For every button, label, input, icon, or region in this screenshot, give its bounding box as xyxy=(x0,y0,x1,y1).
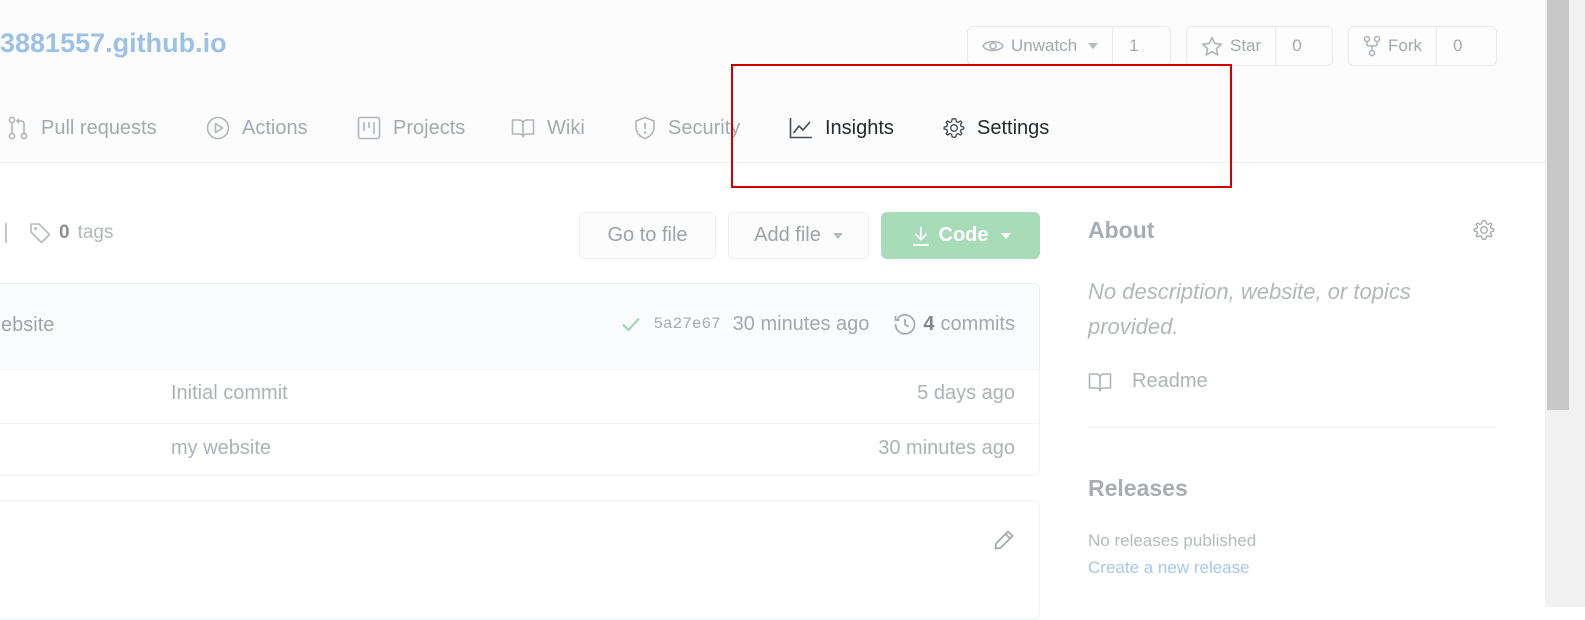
chevron-down-icon xyxy=(1088,43,1099,49)
tab-divider xyxy=(0,162,1545,163)
tags-label: tags xyxy=(77,222,114,243)
file-browser: ebsite 5a27e67 30 minutes ago 4 commits … xyxy=(0,283,1040,476)
chevron-down-icon xyxy=(1000,232,1011,239)
unwatch-button[interactable]: Unwatch xyxy=(968,27,1112,65)
history-icon xyxy=(895,314,916,335)
gear-icon xyxy=(943,117,965,139)
tab-projects[interactable]: Projects xyxy=(357,108,465,148)
pull-request-icon xyxy=(8,116,28,140)
commits-count: 4 xyxy=(923,312,935,335)
file-commit-age: 5 days ago xyxy=(917,382,1015,404)
tab-insights[interactable]: Insights xyxy=(789,108,894,148)
fork-label: Fork xyxy=(1388,36,1422,55)
commits-label: commits xyxy=(940,312,1015,335)
commit-time: 30 minutes ago xyxy=(732,312,870,335)
about-description: No description, website, or topics provi… xyxy=(1088,279,1411,339)
code-label: Code xyxy=(938,224,989,246)
tab-label: Wiki xyxy=(547,116,585,139)
project-icon xyxy=(357,116,381,140)
scrollbar-thumb[interactable] xyxy=(1547,0,1569,410)
tab-label: Projects xyxy=(393,116,466,139)
tab-label: Actions xyxy=(242,116,308,139)
tags-count: 0 xyxy=(59,222,70,243)
watch-button-group: Unwatch 1 xyxy=(967,26,1171,66)
file-row[interactable]: Initial commit 5 days ago xyxy=(0,369,1039,423)
tab-label: Pull requests xyxy=(41,116,157,139)
tab-security[interactable]: Security xyxy=(634,108,740,148)
star-button[interactable]: Star xyxy=(1187,27,1275,65)
releases-heading[interactable]: Releases xyxy=(1088,475,1188,502)
tab-wiki[interactable]: Wiki xyxy=(511,108,585,148)
branch-fragment xyxy=(0,223,7,243)
file-commit-message[interactable]: my website xyxy=(171,437,271,460)
book-icon xyxy=(511,119,535,138)
fork-button[interactable]: Fork xyxy=(1349,27,1436,65)
commits-link[interactable]: 4 commits xyxy=(893,312,1015,336)
code-button[interactable]: Code xyxy=(881,212,1040,259)
go-to-file-button[interactable]: Go to file xyxy=(579,212,716,259)
star-icon xyxy=(1201,36,1223,56)
watchers-count[interactable]: 1 xyxy=(1112,27,1154,65)
tab-label: Settings xyxy=(977,116,1050,139)
fork-icon xyxy=(1363,35,1381,57)
shield-icon xyxy=(635,116,655,140)
graph-icon xyxy=(789,118,812,139)
readme-panel xyxy=(0,500,1040,620)
commit-meta: 5a27e67 30 minutes ago 4 commits xyxy=(621,312,1015,336)
about-heading: About xyxy=(1088,217,1155,243)
pencil-icon[interactable] xyxy=(993,529,1015,551)
check-icon xyxy=(622,317,641,332)
eye-icon xyxy=(982,40,1004,52)
download-icon xyxy=(912,226,929,246)
tag-icon xyxy=(30,223,51,244)
add-file-label: Add file xyxy=(754,224,821,246)
tab-label: Insights xyxy=(825,116,894,139)
unwatch-label: Unwatch xyxy=(1011,36,1078,55)
stars-count[interactable]: 0 xyxy=(1275,27,1317,65)
file-commit-age: 30 minutes ago xyxy=(878,437,1015,459)
fork-button-group: Fork 0 xyxy=(1348,26,1497,66)
create-release-link[interactable]: Create a new release xyxy=(1088,558,1250,578)
readme-link[interactable]: Readme xyxy=(1088,370,1208,393)
book-icon xyxy=(1088,372,1112,392)
chevron-down-icon xyxy=(832,232,843,239)
readme-label: Readme xyxy=(1132,370,1208,392)
tab-pull-requests[interactable]: Pull requests xyxy=(7,108,157,148)
go-to-file-label: Go to file xyxy=(607,224,688,246)
tab-settings[interactable]: Settings xyxy=(943,108,1049,148)
no-releases-text: No releases published xyxy=(1088,531,1257,550)
star-button-group: Star 0 xyxy=(1186,26,1333,66)
tab-actions[interactable]: Actions xyxy=(206,108,308,148)
commit-message[interactable]: ebsite xyxy=(1,314,54,337)
commit-sha[interactable]: 5a27e67 xyxy=(653,315,720,333)
gear-icon[interactable] xyxy=(1473,219,1495,241)
star-label: Star xyxy=(1230,36,1262,55)
file-row[interactable]: my website 30 minutes ago xyxy=(0,423,1039,475)
tab-label: Security xyxy=(668,116,741,139)
play-icon xyxy=(206,116,230,140)
add-file-button[interactable]: Add file xyxy=(728,212,869,259)
sidebar-divider xyxy=(1088,427,1498,428)
repo-name-link[interactable]: 3881557.github.io xyxy=(0,28,227,59)
latest-commit-bar: ebsite 5a27e67 30 minutes ago 4 commits xyxy=(0,284,1039,370)
tags-link[interactable]: 0 tags xyxy=(0,222,114,244)
forks-count[interactable]: 0 xyxy=(1436,27,1478,65)
file-commit-message[interactable]: Initial commit xyxy=(171,382,288,405)
